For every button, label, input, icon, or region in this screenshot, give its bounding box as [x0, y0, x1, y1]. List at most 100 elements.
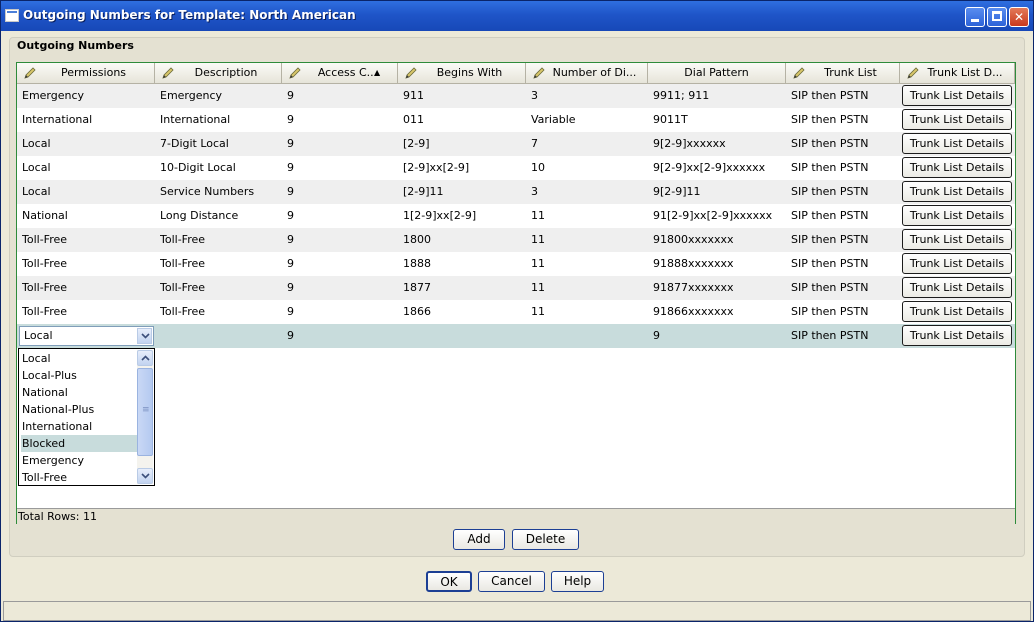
- cell-permissions[interactable]: Toll-Free: [22, 228, 153, 252]
- trunk-list-details-button[interactable]: Trunk List Details: [902, 301, 1012, 322]
- trunk-list-details-button[interactable]: Trunk List Details: [902, 277, 1012, 298]
- cell-description[interactable]: Service Numbers: [160, 180, 280, 204]
- cell-dial-pattern[interactable]: 9[2-9]xxxxxx: [653, 132, 784, 156]
- cell-dial-pattern[interactable]: 91866xxxxxxx: [653, 300, 784, 324]
- cell-access-code[interactable]: 9: [287, 300, 396, 324]
- cell-begins-with[interactable]: 1877: [403, 276, 524, 300]
- dropdown-option[interactable]: National: [21, 384, 140, 401]
- dropdown-scrollbar[interactable]: [137, 350, 153, 484]
- cell-begins-with[interactable]: 011: [403, 108, 524, 132]
- cell-access-code[interactable]: 9: [287, 276, 396, 300]
- cell-begins-with[interactable]: 1866: [403, 300, 524, 324]
- cell-description[interactable]: Toll-Free: [160, 300, 280, 324]
- dropdown-option[interactable]: Blocked: [21, 435, 140, 452]
- cancel-button[interactable]: Cancel: [478, 571, 545, 592]
- cell-dial-pattern[interactable]: 9011T: [653, 108, 784, 132]
- cell-begins-with[interactable]: 1888: [403, 252, 524, 276]
- cell-trunk-list[interactable]: SIP then PSTN: [791, 300, 898, 324]
- cell-trunk-list[interactable]: SIP then PSTN: [791, 108, 898, 132]
- add-button[interactable]: Add: [453, 529, 505, 550]
- cell-dial-pattern[interactable]: 91[2-9]xx[2-9]xxxxxx: [653, 204, 784, 228]
- ok-button[interactable]: OK: [426, 571, 472, 592]
- trunk-list-details-button[interactable]: Trunk List Details: [902, 229, 1012, 250]
- cell-access-code[interactable]: 9: [287, 252, 396, 276]
- cell-permissions[interactable]: Local: [22, 180, 153, 204]
- cell-dial-pattern[interactable]: 91800xxxxxxx: [653, 228, 784, 252]
- scroll-thumb[interactable]: [137, 368, 153, 456]
- cell-trunk-list[interactable]: SIP then PSTN: [791, 324, 898, 348]
- cell-trunk-list[interactable]: SIP then PSTN: [791, 252, 898, 276]
- trunk-list-details-button[interactable]: Trunk List Details: [902, 109, 1012, 130]
- cell-access-code[interactable]: 9: [287, 132, 396, 156]
- cell-access-code[interactable]: 9: [287, 84, 396, 108]
- cell-description[interactable]: 7-Digit Local: [160, 132, 280, 156]
- cell-permissions[interactable]: Toll-Free: [22, 276, 153, 300]
- cell-permissions[interactable]: Local: [22, 132, 153, 156]
- cell-begins-with[interactable]: 1[2-9]xx[2-9]: [403, 204, 524, 228]
- cell-trunk-list[interactable]: SIP then PSTN: [791, 204, 898, 228]
- cell-permissions[interactable]: National: [22, 204, 153, 228]
- cell-number-of-digits[interactable]: 11: [531, 228, 646, 252]
- trunk-list-details-button[interactable]: Trunk List Details: [902, 133, 1012, 154]
- cell-permissions[interactable]: Toll-Free: [22, 300, 153, 324]
- cell-dial-pattern[interactable]: 9: [653, 324, 784, 348]
- delete-button[interactable]: Delete: [512, 529, 579, 550]
- cell-begins-with[interactable]: 1800: [403, 228, 524, 252]
- column-header-trunk-list[interactable]: Trunk List: [786, 63, 900, 84]
- column-header-dial-pattern[interactable]: Dial Pattern: [648, 63, 786, 84]
- trunk-list-details-button[interactable]: Trunk List Details: [902, 157, 1012, 178]
- table-row[interactable]: Toll-Free Toll-Free 9 1800 11 91800xxxxxxx SIP…: [17, 228, 1015, 252]
- cell-description[interactable]: Toll-Free: [160, 228, 280, 252]
- cell-number-of-digits[interactable]: 7: [531, 132, 646, 156]
- cell-access-code[interactable]: 9: [287, 180, 396, 204]
- cell-permissions[interactable]: International: [22, 108, 153, 132]
- cell-number-of-digits[interactable]: 3: [531, 84, 646, 108]
- table-row[interactable]: National Long Distance 9 1[2-9]xx[2-9] 11 91[…: [17, 204, 1015, 228]
- help-button[interactable]: Help: [551, 571, 604, 592]
- column-header-begins-with[interactable]: Begins With: [398, 63, 526, 84]
- cell-access-code[interactable]: 9: [287, 204, 396, 228]
- dropdown-option[interactable]: Local-Plus: [21, 367, 140, 384]
- table-row[interactable]: Toll-Free Toll-Free 9 1866 11 91866xxxxxxx SIP…: [17, 300, 1015, 324]
- table-row[interactable]: International International 9 011 Variable 90…: [17, 108, 1015, 132]
- dropdown-option[interactable]: International: [21, 418, 140, 435]
- cell-begins-with[interactable]: [2-9]xx[2-9]: [403, 156, 524, 180]
- cell-dial-pattern[interactable]: 9911; 911: [653, 84, 784, 108]
- cell-description[interactable]: 10-Digit Local: [160, 156, 280, 180]
- cell-dial-pattern[interactable]: 91877xxxxxxx: [653, 276, 784, 300]
- trunk-list-details-button[interactable]: Trunk List Details: [902, 205, 1012, 226]
- trunk-list-details-button[interactable]: Trunk List Details: [902, 325, 1012, 346]
- trunk-list-details-button[interactable]: Trunk List Details: [902, 85, 1012, 106]
- dropdown-option[interactable]: Emergency: [21, 452, 140, 469]
- cell-dial-pattern[interactable]: 91888xxxxxxx: [653, 252, 784, 276]
- table-row[interactable]: Local 10-Digit Local 9 [2-9]xx[2-9] 10 9[2-9]…: [17, 156, 1015, 180]
- cell-number-of-digits[interactable]: 11: [531, 276, 646, 300]
- maximize-button[interactable]: [987, 7, 1007, 27]
- cell-begins-with[interactable]: [403, 324, 524, 348]
- cell-access-code[interactable]: 9: [287, 324, 396, 348]
- cell-trunk-list[interactable]: SIP then PSTN: [791, 228, 898, 252]
- table-row[interactable]: Emergency Emergency 9 911 3 9911; 911 SIP then…: [17, 84, 1015, 108]
- cell-number-of-digits[interactable]: Variable: [531, 108, 646, 132]
- cell-number-of-digits[interactable]: [531, 324, 646, 348]
- cell-trunk-list[interactable]: SIP then PSTN: [791, 276, 898, 300]
- dropdown-option[interactable]: Toll-Free: [21, 469, 140, 486]
- cell-permissions[interactable]: Local: [22, 156, 153, 180]
- cell-dial-pattern[interactable]: 9[2-9]xx[2-9]xxxxxx: [653, 156, 784, 180]
- dropdown-option[interactable]: National-Plus: [21, 401, 140, 418]
- cell-description[interactable]: Toll-Free: [160, 276, 280, 300]
- permissions-dropdown-list[interactable]: Local Local-Plus National National-Plus Inte…: [18, 348, 155, 486]
- cell-number-of-digits[interactable]: 11: [531, 252, 646, 276]
- cell-begins-with[interactable]: 911: [403, 84, 524, 108]
- cell-number-of-digits[interactable]: 11: [531, 300, 646, 324]
- table-row[interactable]: Toll-Free Toll-Free 9 1888 11 91888xxxxxxx SIP…: [17, 252, 1015, 276]
- scroll-down-button[interactable]: [137, 468, 153, 484]
- column-header-access-code[interactable]: Access C... ▲: [282, 63, 398, 84]
- table-row[interactable]: Local Service Numbers 9 [2-9]11 3 9[2-9]11 SIP…: [17, 180, 1015, 204]
- cell-access-code[interactable]: 9: [287, 108, 396, 132]
- cell-number-of-digits[interactable]: 11: [531, 204, 646, 228]
- dropdown-option[interactable]: Local: [21, 350, 140, 367]
- cell-permissions[interactable]: Toll-Free: [22, 252, 153, 276]
- cell-description[interactable]: Emergency: [160, 84, 280, 108]
- cell-trunk-list[interactable]: SIP then PSTN: [791, 156, 898, 180]
